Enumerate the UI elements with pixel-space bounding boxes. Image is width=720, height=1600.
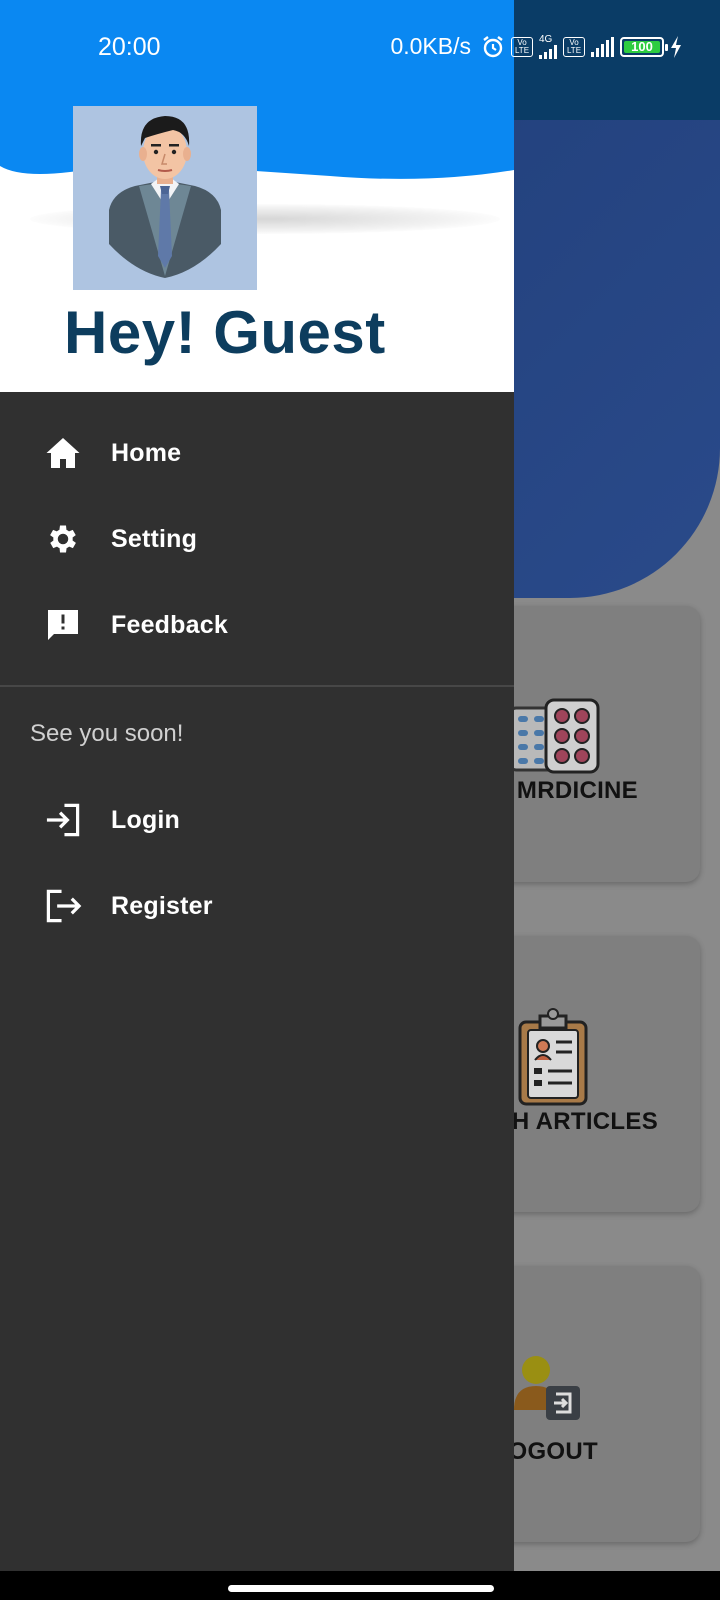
menu-divider xyxy=(0,685,514,687)
charging-icon xyxy=(670,35,682,58)
login-icon xyxy=(44,801,82,839)
menu-item-login[interactable]: Login xyxy=(0,777,514,863)
pills-icon xyxy=(508,698,628,783)
medicine-card-label: MRDICINE xyxy=(516,777,638,804)
logout-user-icon xyxy=(514,1354,584,1429)
net-speed: 0.0KB/s xyxy=(390,33,471,59)
menu-item-home[interactable]: Home xyxy=(0,410,514,496)
home-gesture-pill[interactable] xyxy=(228,1585,494,1592)
articles-card-label: H ARTICLES xyxy=(511,1108,658,1135)
signal-4g-icon: 4G xyxy=(539,33,557,59)
status-time: 20:00 xyxy=(98,33,161,61)
menu-item-setting[interactable]: Setting xyxy=(0,496,514,582)
gear-icon xyxy=(44,520,82,558)
logout-card-label: OGOUT xyxy=(508,1438,598,1465)
menu-item-label: Home xyxy=(111,438,182,467)
menu-item-label: Register xyxy=(111,891,213,920)
avatar-icon xyxy=(73,106,257,290)
network-type: 4G xyxy=(539,33,553,45)
greeting-title: Hey! Guest xyxy=(64,299,386,366)
status-icons: 0.0KB/s Vo LTE 4G Vo LTE 100 xyxy=(390,33,682,60)
menu-item-label: Feedback xyxy=(111,610,228,639)
menu-item-register[interactable]: Register xyxy=(0,863,514,949)
section-subtitle: See you soon! xyxy=(30,720,184,747)
navigation-drawer: Hey! Guest Home Setting Feedback See you… xyxy=(0,0,514,1571)
volte-icon: Vo LTE xyxy=(511,36,533,57)
battery-icon: 100 xyxy=(620,36,668,57)
feedback-icon xyxy=(44,606,82,644)
signal-icon xyxy=(591,36,614,57)
battery-level: 100 xyxy=(631,39,653,54)
volte-icon: Vo LTE xyxy=(563,36,585,57)
menu-item-label: Setting xyxy=(111,524,198,553)
menu-item-feedback[interactable]: Feedback xyxy=(0,582,514,668)
register-icon xyxy=(44,887,82,925)
alarm-icon xyxy=(481,35,505,59)
status-bar: 20:00 0.0KB/s Vo LTE 4G Vo LTE 100 xyxy=(0,0,720,96)
clipboard-icon xyxy=(510,1008,600,1113)
menu-item-label: Login xyxy=(111,805,181,834)
home-icon xyxy=(44,434,82,472)
